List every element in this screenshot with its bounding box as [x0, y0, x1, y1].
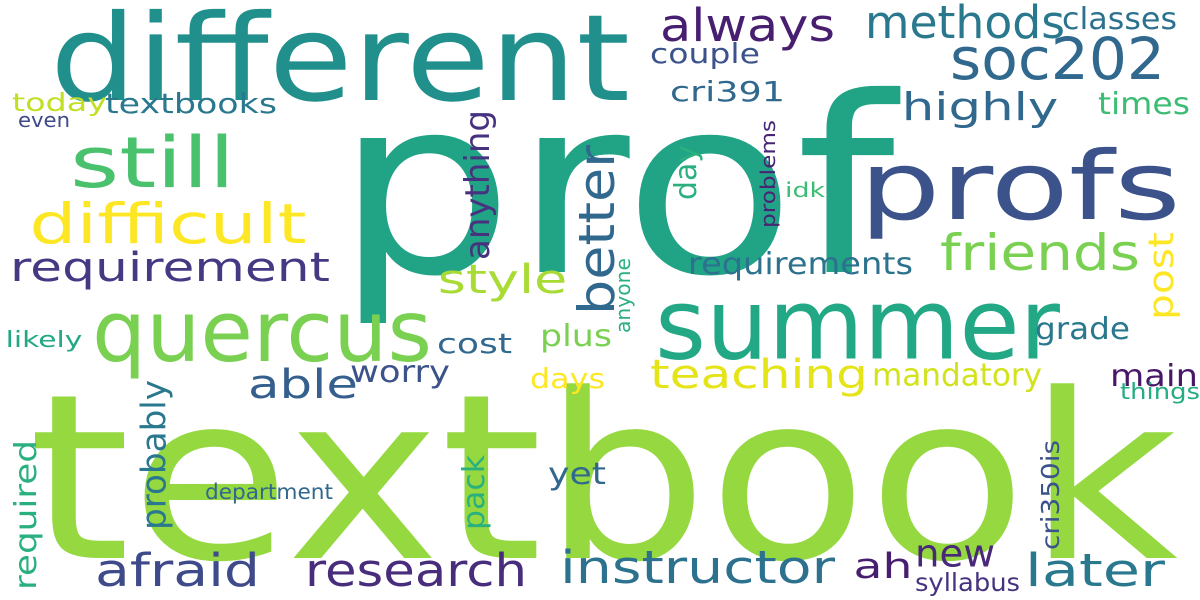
word-textbooks: textbooks — [105, 87, 277, 120]
word-still: still — [69, 122, 236, 204]
word-syllabus: syllabus — [915, 568, 1020, 597]
word-able: able — [248, 362, 358, 408]
word-soc202: soc202 — [950, 25, 1165, 93]
word-probably: probably — [134, 380, 175, 530]
word-classes: classes — [1062, 2, 1177, 37]
word-anything: anything — [458, 110, 498, 260]
word-days: days — [530, 362, 605, 395]
word-grade: grade — [1035, 312, 1130, 347]
word-mandatory: mandatory — [872, 357, 1042, 394]
word-style: style — [437, 257, 568, 303]
word-times: times — [1098, 87, 1190, 122]
word-likely: likely — [5, 328, 83, 353]
word-requirements: requirements — [688, 247, 913, 282]
word-even: even — [18, 108, 70, 132]
word-instructor: instructor — [560, 541, 835, 594]
word-anyone: anyone — [611, 258, 635, 333]
word-things: things — [1120, 380, 1200, 405]
word-ah: ah — [853, 547, 913, 587]
word-cri391: cri391 — [670, 75, 785, 108]
word-teaching: teaching — [650, 352, 868, 398]
word-post: post — [1142, 232, 1182, 320]
word-day: day — [669, 145, 705, 200]
word-pack: pack — [457, 455, 492, 530]
word-worry: worry — [350, 355, 450, 390]
word-highly: highly — [901, 85, 1059, 129]
word-problems: problems — [756, 120, 780, 228]
word-required: required — [9, 440, 44, 590]
word-yet: yet — [548, 457, 606, 492]
word-idk: idk — [785, 178, 825, 202]
word-requirement: requirement — [10, 245, 330, 291]
word-couple: couple — [650, 37, 760, 70]
word-cloud: prof textbook different summer profs que… — [0, 0, 1200, 600]
word-department: department — [205, 480, 333, 506]
word-cri350is: cri350is — [1036, 440, 1065, 550]
word-research: research — [305, 544, 527, 597]
word-cost: cost — [437, 327, 512, 360]
word-friends: friends — [940, 224, 1140, 282]
word-afraid: afraid — [95, 544, 260, 597]
word-plus: plus — [540, 319, 612, 354]
word-later: later — [1025, 544, 1165, 597]
word-profs: profs — [859, 132, 1181, 242]
word-difficult: difficult — [29, 192, 307, 256]
